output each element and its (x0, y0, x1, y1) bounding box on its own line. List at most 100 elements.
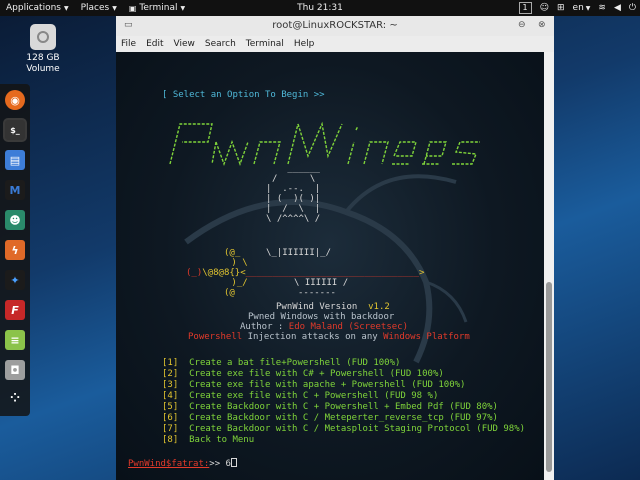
option-number: [4] (162, 391, 179, 401)
command-prompt[interactable]: PwnWind$fatrat:>> 6 (128, 458, 237, 469)
skull-line: ------- (298, 288, 336, 298)
tagline: Pwned Windows with backdoor (248, 312, 395, 322)
injection-powershell: Powershell (188, 332, 243, 342)
power-icon[interactable]: ⏻ (629, 3, 636, 13)
author-line: Author : Edo Maland (Screetsec) (240, 322, 408, 332)
skull-line: | .--. | (266, 184, 321, 194)
menu-edit[interactable]: Edit (141, 39, 168, 49)
option-text: Create Backdoor with C / Metasploit Stag… (189, 424, 526, 434)
ascii-sword-line: (_)\@8@8{}<_____________________________… (186, 268, 425, 278)
screenshot-icon[interactable]: ◘ (5, 360, 25, 380)
volume-size-label: 128 GB (26, 53, 60, 63)
option-number: [7] (162, 424, 179, 434)
ascii-sword-line: )_/ (226, 278, 248, 288)
volume-icon[interactable]: ◀ (614, 3, 621, 13)
option-number: [3] (162, 380, 179, 390)
option-text: Back to Menu (189, 435, 255, 445)
skull-line: \ /^^^^\ / (266, 214, 321, 224)
version-label: PwnWind Version (276, 302, 358, 312)
terminal-app-menu[interactable]: ▣ Terminal ▼ (123, 0, 191, 16)
volume-desktop-icon[interactable]: 128 GB Volume (22, 24, 64, 75)
minimize-icon[interactable]: ⊖ (518, 20, 526, 30)
ascii-sword-line: ) \ (226, 258, 248, 268)
version-line: PwnWind Version v1.2 (276, 302, 390, 312)
drive-icon (30, 24, 56, 50)
select-option-header: [ Select an Option To Begin >> (162, 90, 325, 100)
skull-line: ______ (282, 164, 337, 174)
close-icon[interactable]: ⊗ (538, 20, 546, 30)
author-value: Edo Maland (Screetsec) (288, 322, 408, 332)
places-label: Places (80, 3, 110, 13)
caret-down-icon: ▼ (585, 5, 591, 12)
language-label: en (572, 3, 584, 13)
faraday-icon[interactable]: F (5, 300, 25, 320)
leafpad-icon[interactable]: ≡ (5, 330, 25, 350)
injection-text: Injection attacks on any (247, 332, 378, 342)
window-titlebar[interactable]: ▭ root@LinuxROCKSTAR: ~ ⊖ ⊗ (116, 16, 554, 36)
terminal-dock-icon[interactable]: $_ (5, 120, 25, 140)
network-manager-icon[interactable]: ⊞ (557, 3, 565, 13)
applications-label: Applications (6, 3, 61, 13)
caret-down-icon: ▼ (63, 4, 69, 12)
menu-file[interactable]: File (116, 39, 141, 49)
option-number: [5] (162, 402, 179, 412)
prompt-label: PwnWind$fatrat: (128, 459, 210, 469)
injection-platform: Windows Platform (383, 332, 470, 342)
top-panel: Applications ▼ Places ▼ ▣ Terminal ▼ Thu… (0, 0, 640, 16)
menu-help[interactable]: Help (289, 39, 320, 49)
caret-down-icon: ▼ (112, 4, 117, 12)
show-apps-icon[interactable]: ⁘ (5, 388, 25, 408)
terminal-app-label: Terminal (139, 3, 178, 13)
menu-view[interactable]: View (169, 39, 200, 49)
menu-option-8: [8] Back to Menu (162, 435, 254, 445)
dock: ◉ $_ ▤ M ☻ ϟ ✦ F ≡ ◘ ⁘ (0, 84, 30, 416)
menu-option-2: [2] Create exe file with C# + Powershell… (162, 369, 444, 379)
language-indicator[interactable]: en ▼ (573, 3, 591, 13)
menu-option-7: [7] Create Backdoor with C / Metasploit … (162, 424, 525, 434)
window-menubar: File Edit View Search Terminal Help (116, 36, 554, 52)
option-number: [2] (162, 369, 179, 379)
scrollbar-thumb[interactable] (546, 282, 552, 472)
option-text: Create exe file with C + Powershell (FUD… (189, 391, 439, 401)
menu-option-5: [5] Create Backdoor with C + Powershell … (162, 402, 498, 412)
applications-menu[interactable]: Applications ▼ (0, 0, 75, 16)
menu-option-4: [4] Create exe file with C + Powershell … (162, 391, 438, 401)
menu-option-6: [6] Create Backdoor with C / Meteperter_… (162, 413, 498, 423)
skull-line: \_|IIIIII|_/ (266, 248, 332, 258)
prompt-arrow: >> (209, 459, 221, 469)
menu-option-3: [3] Create exe file with apache + Powers… (162, 380, 465, 390)
version-value: v1.2 (368, 302, 390, 312)
burpsuite-icon[interactable]: ϟ (5, 240, 25, 260)
metasploit-icon[interactable]: M (5, 180, 25, 200)
accessibility-icon[interactable]: ☺ (540, 3, 549, 13)
option-text: Create a bat file+Powershell (FUD 100%) (189, 358, 401, 368)
terminal-output[interactable]: [ Select an Option To Begin >> ______ / … (116, 52, 544, 480)
option-number: [1] (162, 358, 179, 368)
armitage-icon[interactable]: ☻ (5, 210, 25, 230)
window-title: root@LinuxROCKSTAR: ~ (272, 20, 398, 31)
caret-down-icon: ▼ (180, 4, 186, 12)
ascii-sword-line: (@_ (224, 248, 241, 258)
text-cursor (230, 458, 237, 467)
files-icon[interactable]: ▤ (5, 150, 25, 170)
menu-terminal[interactable]: Terminal (241, 39, 289, 49)
maltego-icon[interactable]: ✦ (5, 270, 25, 290)
skull-line: / \ (272, 174, 327, 184)
option-text: Create Backdoor with C / Meteperter_reve… (189, 413, 498, 423)
terminal-scrollbar[interactable] (544, 52, 554, 480)
menu-search[interactable]: Search (200, 39, 241, 49)
menu-option-1: [1] Create a bat file+Powershell (FUD 10… (162, 358, 400, 368)
places-menu[interactable]: Places ▼ (75, 0, 123, 16)
injection-line: Powershell Injection attacks on any Wind… (188, 332, 470, 342)
skull-line: | / \ | (266, 204, 321, 214)
ascii-sword-line: (@ (224, 288, 235, 298)
volume-name-label: Volume (26, 64, 60, 74)
option-number: [8] (162, 435, 179, 445)
terminal-icon: ▣ (128, 3, 137, 13)
firefox-icon[interactable]: ◉ (5, 90, 25, 110)
skull-line: | ( )( )| (266, 194, 321, 204)
option-text: Create Backdoor with C + Powershell + Em… (189, 402, 498, 412)
wifi-icon[interactable]: ≋ (598, 3, 606, 13)
workspace-indicator[interactable]: 1 (518, 2, 532, 14)
author-label: Author : (240, 322, 284, 332)
